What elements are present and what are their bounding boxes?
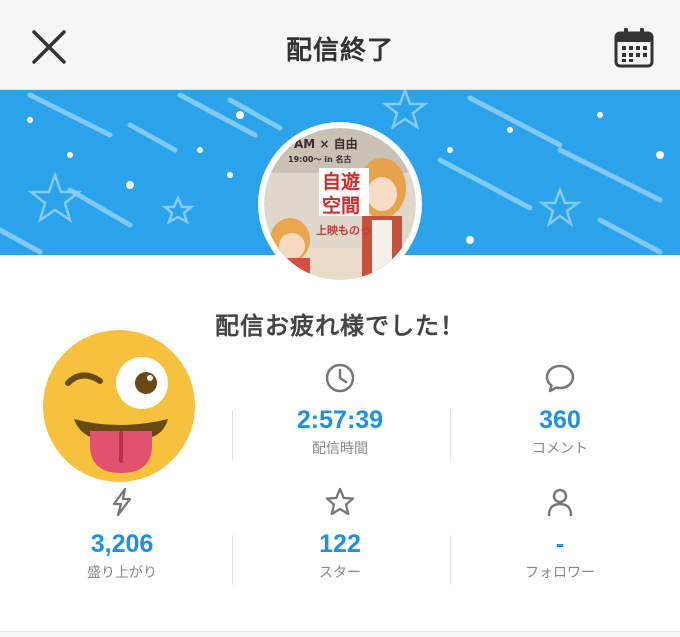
stat-duration: 2:57:39 配信時間 [240,362,440,458]
followers-label: フォロワー [525,565,595,581]
clock-icon [325,363,355,393]
comments-value: 360 [539,406,581,434]
comments-label: コメント [532,441,588,457]
followers-value: - [555,530,565,558]
stat-comments: 360 コメント [460,362,660,458]
divider [232,410,233,460]
thumbnail-caption: 上映ものっ [316,223,371,237]
lightning-icon [112,487,132,517]
thumbnail-logo-line-1: 自遊 [322,170,360,193]
page-title: 配信終了 [285,36,394,66]
thumbnail-logo-line-2: 空間 [322,194,360,217]
stars-value: 122 [319,530,361,558]
stat-followers: - フォロワー [460,486,660,582]
thumbnail-subline: 19:00〜 in 名古 [288,154,351,164]
duration-value: 2:57:39 [296,406,384,434]
calendar-icon [614,28,654,68]
thumbnail-headline: AM × 自由 [294,136,358,151]
stars-label: スター [319,565,361,581]
bottom-edge [0,631,680,637]
comment-icon [545,364,575,393]
calendar-button[interactable] [611,25,657,71]
duration-label: 配信時間 [312,441,368,457]
person-icon [547,488,573,517]
thumbnail-image: 自遊 空間 AM × 自由 上映ものっ 19:00〜 in 名古 [264,128,416,280]
divider [450,410,451,460]
top-bar: 配信終了 [0,0,680,90]
stat-stars: 122 スター [240,486,440,582]
excitement-value: 3,206 [90,530,154,558]
star-icon [325,487,355,516]
excitement-label: 盛り上がり [87,565,157,581]
stream-thumbnail: 自遊 空間 AM × 自由 上映ものっ 19:00〜 in 名古 [258,122,422,286]
divider [232,535,233,585]
divider [450,535,451,585]
stat-excitement: 3,206 盛り上がり [22,486,222,582]
winking-tongue-emoji [40,327,198,485]
